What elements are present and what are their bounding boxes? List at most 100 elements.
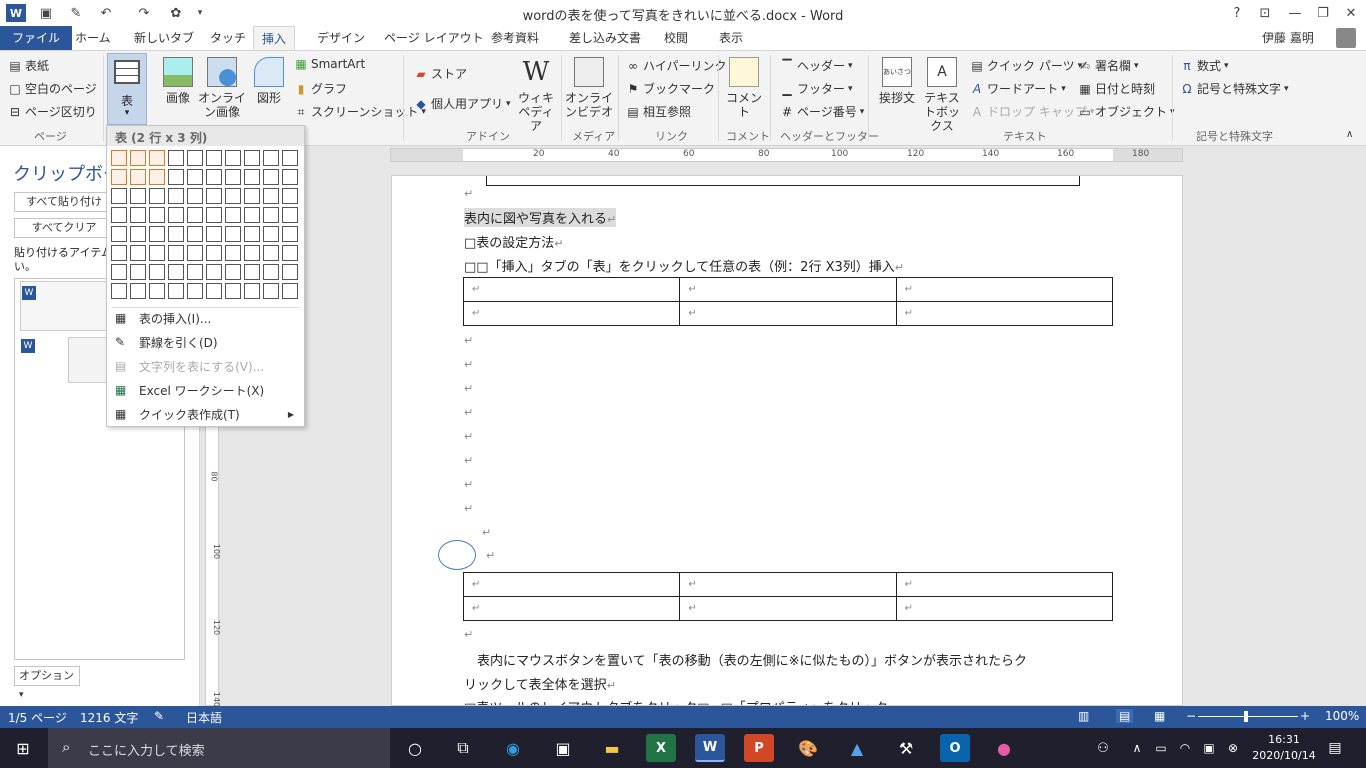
table-grid-cell[interactable] bbox=[206, 150, 222, 166]
table-grid-cell[interactable] bbox=[149, 283, 165, 299]
read-mode-icon[interactable]: ▥ bbox=[1078, 709, 1089, 723]
table-grid-cell[interactable] bbox=[130, 188, 146, 204]
clipboard-item[interactable]: W bbox=[20, 337, 120, 387]
table-grid-cell[interactable] bbox=[111, 283, 127, 299]
notifications-icon[interactable]: ▤ bbox=[1320, 734, 1350, 762]
language[interactable]: 日本語 bbox=[186, 709, 222, 726]
table-grid-cell[interactable] bbox=[168, 150, 184, 166]
edge-icon[interactable]: ◉ bbox=[498, 734, 528, 762]
store-app-icon[interactable]: ▣ bbox=[548, 734, 578, 762]
tab-references[interactable]: 参考資料 bbox=[483, 26, 547, 50]
user-name[interactable]: 伊藤 嘉明 bbox=[1254, 26, 1322, 50]
horizontal-ruler[interactable]: 20 40 60 80 100 120 140 160 180 bbox=[390, 148, 1183, 162]
table-grid-cell[interactable] bbox=[263, 245, 279, 261]
excel-sheet-item[interactable]: ▦ Excel ワークシート(X) bbox=[107, 379, 304, 401]
page-count[interactable]: 1/5 ページ bbox=[8, 709, 67, 726]
taskbar-search[interactable]: ⌕ ここに入力して検索 bbox=[48, 728, 390, 768]
table-grid-cell[interactable] bbox=[187, 207, 203, 223]
table-grid-cell[interactable] bbox=[225, 207, 241, 223]
table-grid-cell[interactable] bbox=[244, 207, 260, 223]
doc-paragraph[interactable]: 表内にマウスボタンを置いて「表の移動（表の左側に※に似たもの）」ボタンが表示され… bbox=[464, 650, 1027, 669]
table-cell[interactable]: ↵ bbox=[679, 596, 897, 621]
table-grid-cell[interactable] bbox=[225, 283, 241, 299]
photos-app-icon[interactable]: ▲ bbox=[842, 734, 872, 762]
clear-all-button[interactable]: すべてクリア bbox=[14, 218, 114, 238]
zoom-slider[interactable] bbox=[1198, 716, 1298, 717]
smartart-button[interactable]: ▦ SmartArt bbox=[294, 57, 365, 71]
drop-app-icon[interactable]: ● bbox=[989, 734, 1019, 762]
table-grid-cell[interactable] bbox=[263, 226, 279, 242]
doc-line[interactable]: □□「挿入」タブの「表」をクリックして任意の表（例：2行 X3列）挿入↵ bbox=[464, 256, 904, 275]
table-grid-cell[interactable] bbox=[263, 188, 279, 204]
table-grid-cell[interactable] bbox=[111, 207, 127, 223]
table-grid-cell[interactable] bbox=[282, 207, 298, 223]
table-grid-cell[interactable] bbox=[130, 207, 146, 223]
table-grid-cell[interactable] bbox=[244, 245, 260, 261]
table-grid-cell[interactable] bbox=[111, 150, 127, 166]
doc-heading[interactable]: 表内に図や写真を入れる↵ bbox=[464, 208, 617, 227]
symbol-button[interactable]: Ω 記号と特殊文字 ▾ bbox=[1180, 80, 1288, 97]
blank-page-button[interactable]: □ 空白のページ bbox=[8, 80, 96, 97]
table-cell[interactable]: ↵ bbox=[679, 572, 897, 597]
wordart-button[interactable]: A ワードアート ▾ bbox=[970, 80, 1066, 97]
table-grid-cell[interactable] bbox=[149, 245, 165, 261]
table-grid-cell[interactable] bbox=[149, 188, 165, 204]
help-icon[interactable]: ? bbox=[1224, 2, 1250, 24]
insert-table-item[interactable]: ▦ 表の挿入(I)... bbox=[107, 307, 304, 329]
table-cell[interactable]: ↵ bbox=[895, 277, 1114, 302]
table-grid-cell[interactable] bbox=[263, 207, 279, 223]
table-grid-cell[interactable] bbox=[111, 188, 127, 204]
table-grid-cell[interactable] bbox=[187, 169, 203, 185]
table-grid-cell[interactable] bbox=[282, 283, 298, 299]
table-grid-cell[interactable] bbox=[130, 283, 146, 299]
table-cell[interactable]: ↵ bbox=[462, 301, 681, 326]
task-view-icon[interactable]: ⧉ bbox=[448, 734, 478, 762]
outlook-app-icon[interactable]: O bbox=[940, 734, 970, 762]
table-grid-cell[interactable] bbox=[263, 169, 279, 185]
image-button[interactable]: 画像 bbox=[160, 57, 196, 105]
table-grid-cell[interactable] bbox=[111, 245, 127, 261]
table-grid-cell[interactable] bbox=[130, 264, 146, 280]
table-grid-cell[interactable] bbox=[168, 264, 184, 280]
table-grid-cell[interactable] bbox=[130, 226, 146, 242]
table-grid-cell[interactable] bbox=[206, 226, 222, 242]
excel-app-icon[interactable]: X bbox=[646, 734, 676, 762]
table-grid-cell[interactable] bbox=[130, 245, 146, 261]
page-break-button[interactable]: ⊟ ページ区切り bbox=[8, 103, 97, 120]
quick-table-item[interactable]: ▦ クイック表作成(T) ▶ bbox=[107, 403, 304, 425]
table-grid-cell[interactable] bbox=[149, 207, 165, 223]
zoom-in-button[interactable]: + bbox=[1300, 709, 1310, 723]
table-grid-cell[interactable] bbox=[187, 150, 203, 166]
oval-shape[interactable] bbox=[438, 540, 476, 570]
tab-home[interactable]: ホーム bbox=[67, 26, 119, 50]
screenshot-button[interactable]: ⌗ スクリーンショット ▾ bbox=[294, 103, 426, 120]
table-grid-cell[interactable] bbox=[149, 150, 165, 166]
table-grid-cell[interactable] bbox=[244, 150, 260, 166]
table-cell[interactable]: ↵ bbox=[895, 301, 1114, 326]
collapse-ribbon-icon[interactable]: ∧ bbox=[1346, 129, 1353, 140]
table-grid-cell[interactable] bbox=[149, 169, 165, 185]
table-grid-cell[interactable] bbox=[282, 188, 298, 204]
my-apps-button[interactable]: ◆ 個人用アプリ ▾ bbox=[414, 95, 510, 112]
online-image-button[interactable]: オンライン画像 bbox=[198, 57, 246, 119]
minimize-icon[interactable]: — bbox=[1282, 2, 1308, 24]
tab-mailings[interactable]: 差し込み文書 bbox=[561, 26, 649, 50]
table-grid-cell[interactable] bbox=[130, 169, 146, 185]
table-grid-cell[interactable] bbox=[206, 245, 222, 261]
table-grid-cell[interactable] bbox=[111, 264, 127, 280]
tab-insert[interactable]: 挿入 bbox=[253, 26, 296, 50]
table-grid-cell[interactable] bbox=[244, 226, 260, 242]
clock[interactable]: 16:31 2020/10/14 bbox=[1248, 732, 1320, 764]
table-grid-cell[interactable] bbox=[225, 150, 241, 166]
table-grid-cell[interactable] bbox=[111, 169, 127, 185]
table-grid-cell[interactable] bbox=[282, 150, 298, 166]
textbox-button[interactable]: A テキストボックス bbox=[920, 57, 964, 133]
dropcap-button[interactable]: A ドロップ キャップ ▾ bbox=[970, 103, 1094, 120]
table-grid-cell[interactable] bbox=[149, 226, 165, 242]
options-button[interactable]: オプション ▾ bbox=[14, 666, 80, 700]
mute-icon[interactable]: ⊗ bbox=[1218, 734, 1248, 762]
tab-new[interactable]: 新しいタブ bbox=[126, 26, 202, 50]
quickparts-button[interactable]: ▤ クイック パーツ ▾ bbox=[970, 57, 1082, 74]
word-table[interactable]: ↵ ↵ ↵ ↵ ↵ ↵ bbox=[462, 572, 1114, 621]
table-cell[interactable]: ↵ bbox=[895, 596, 1114, 621]
